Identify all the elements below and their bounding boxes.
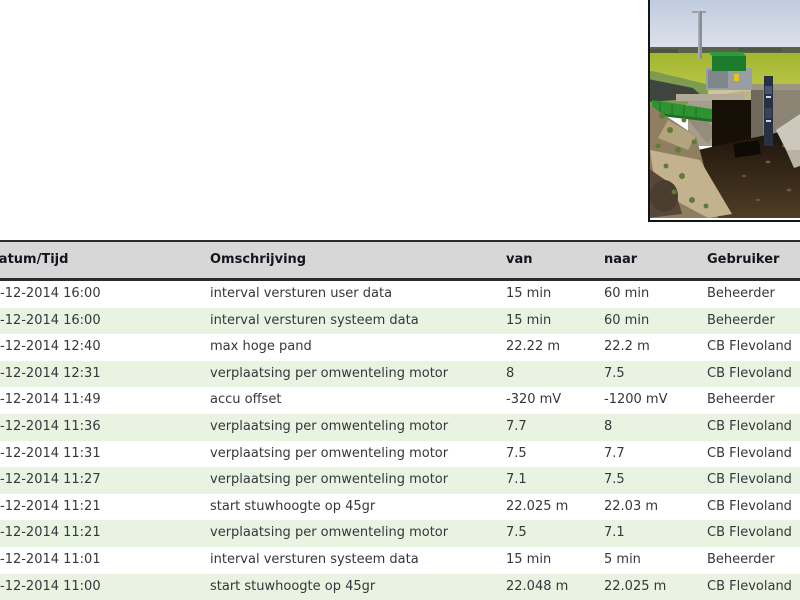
cell-datetime: -12-2014 11:27 [0,467,210,494]
cell-van: 15 min [506,280,604,308]
cell-datetime: -12-2014 11:00 [0,574,210,600]
cell-omschrijving: accu offset [210,387,506,414]
table-row: -12-2014 11:27verplaatsing per omwenteli… [0,467,800,494]
log-table-body: -12-2014 16:00interval versturen user da… [0,280,800,600]
table-row: -12-2014 11:21verplaatsing per omwenteli… [0,520,800,547]
cell-naar: 5 min [604,547,707,574]
equipment-frame [706,68,752,90]
yellow-marker [734,74,739,81]
cell-gebruiker: CB Flevoland [707,520,800,547]
cell-van: 7.5 [506,520,604,547]
cell-van: 15 min [506,308,604,335]
table-row: -12-2014 16:00interval versturen user da… [0,280,800,308]
cell-omschrijving: verplaatsing per omwenteling motor [210,467,506,494]
cell-van: 15 min [506,547,604,574]
cell-datetime: -12-2014 11:21 [0,494,210,521]
cell-gebruiker: CB Flevoland [707,467,800,494]
cell-van: 7.7 [506,414,604,441]
cell-van: 8 [506,361,604,388]
cell-naar: 60 min [604,280,707,308]
table-row: -12-2014 11:36verplaatsing per omwenteli… [0,414,800,441]
cell-van: 22.048 m [506,574,604,600]
cell-gebruiker: CB Flevoland [707,414,800,441]
column-header-van: van [506,241,604,280]
cell-naar: 7.1 [604,520,707,547]
table-row: -12-2014 11:21start stuwhoogte op 45gr22… [0,494,800,521]
cell-datetime: -12-2014 11:01 [0,547,210,574]
cell-datetime: -12-2014 12:40 [0,334,210,361]
cell-van: 7.5 [506,441,604,468]
column-header-gebruiker: Gebruiker [707,241,800,280]
cell-datetime: -12-2014 11:49 [0,387,210,414]
cell-gebruiker: CB Flevoland [707,334,800,361]
cell-omschrijving: verplaatsing per omwenteling motor [210,520,506,547]
cell-gebruiker: CB Flevoland [707,441,800,468]
cell-naar: 8 [604,414,707,441]
cell-naar: 22.03 m [604,494,707,521]
table-row: -12-2014 11:49accu offset-320 mV-1200 mV… [0,387,800,414]
cell-datetime: -12-2014 16:00 [0,280,210,308]
cell-naar: 7.7 [604,441,707,468]
cell-omschrijving: verplaatsing per omwenteling motor [210,414,506,441]
cell-omschrijving: interval versturen systeem data [210,308,506,335]
log-table-header: Datum/Tijd Omschrijving van naar Gebruik… [0,241,800,280]
cell-van: 7.1 [506,467,604,494]
table-row: -12-2014 16:00interval versturen systeem… [0,308,800,335]
table-row: -12-2014 11:01interval versturen systeem… [0,547,800,574]
cell-gebruiker: Beheerder [707,387,800,414]
staff-gauge [764,76,773,146]
cell-datetime: -12-2014 16:00 [0,308,210,335]
cell-omschrijving: interval versturen user data [210,280,506,308]
cell-naar: 7.5 [604,361,707,388]
cell-naar: -1200 mV [604,387,707,414]
cell-naar: 60 min [604,308,707,335]
cell-gebruiker: Beheerder [707,280,800,308]
cell-omschrijving: max hoge pand [210,334,506,361]
table-row: -12-2014 11:00start stuwhoogte op 45gr22… [0,574,800,600]
column-header-datum-tijd: Datum/Tijd [0,241,210,280]
cell-omschrijving: verplaatsing per omwenteling motor [210,441,506,468]
cell-van: -320 mV [506,387,604,414]
cell-van: 22.025 m [506,494,604,521]
table-row: -12-2014 12:40max hoge pand22.22 m22.2 m… [0,334,800,361]
cell-naar: 22.025 m [604,574,707,600]
table-row: -12-2014 11:31verplaatsing per omwenteli… [0,441,800,468]
concrete-beam [676,94,744,101]
cell-gebruiker: CB Flevoland [707,361,800,388]
cell-omschrijving: verplaatsing per omwenteling motor [210,361,506,388]
cell-omschrijving: start stuwhoogte op 45gr [210,574,506,600]
cell-naar: 7.5 [604,467,707,494]
cell-omschrijving: start stuwhoogte op 45gr [210,494,506,521]
cell-datetime: -12-2014 11:21 [0,520,210,547]
cell-gebruiker: Beheerder [707,547,800,574]
photo-sky [648,0,800,54]
table-row: -12-2014 12:31verplaatsing per omwenteli… [0,361,800,388]
cell-van: 22.22 m [506,334,604,361]
weir-photo [648,0,800,222]
cell-gebruiker: CB Flevoland [707,574,800,600]
electronics-cabinet [708,52,746,71]
column-header-naar: naar [604,241,707,280]
cell-gebruiker: Beheerder [707,308,800,335]
log-table: Datum/Tijd Omschrijving van naar Gebruik… [0,240,800,600]
cell-datetime: -12-2014 11:31 [0,441,210,468]
cell-datetime: -12-2014 12:31 [0,361,210,388]
column-header-omschrijving: Omschrijving [210,241,506,280]
cell-datetime: -12-2014 11:36 [0,414,210,441]
cell-omschrijving: interval versturen systeem data [210,547,506,574]
cell-gebruiker: CB Flevoland [707,494,800,521]
cell-naar: 22.2 m [604,334,707,361]
